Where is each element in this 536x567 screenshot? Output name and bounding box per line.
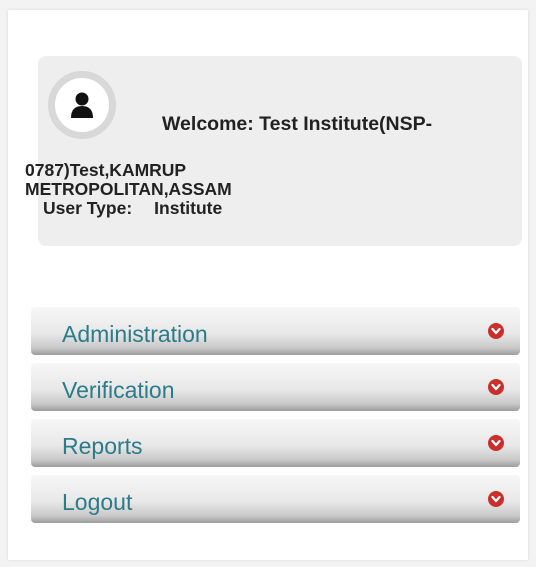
menu-item-administration[interactable]: Administration xyxy=(31,307,520,355)
user-type-label: User Type: xyxy=(43,198,133,218)
chevron-down-circle-icon xyxy=(488,491,504,507)
sidebar-panel: Welcome: Test Institute(NSP- 0787)Test,K… xyxy=(8,10,528,560)
user-type: User Type: Institute xyxy=(43,198,222,219)
sidebar-menu: Administration Verification Reports Logo… xyxy=(31,307,520,531)
menu-item-reports[interactable]: Reports xyxy=(31,419,520,467)
welcome-box: Welcome: Test Institute(NSP- 0787)Test,K… xyxy=(25,56,522,246)
menu-item-label: Reports xyxy=(62,433,143,459)
welcome-text-line3: METROPOLITAN,ASSAM xyxy=(25,179,232,199)
menu-item-verification[interactable]: Verification xyxy=(31,363,520,411)
welcome-text-line1: Welcome: Test Institute(NSP- xyxy=(162,113,433,135)
chevron-down-circle-icon xyxy=(488,379,504,395)
chevron-down-circle-icon xyxy=(488,323,504,339)
user-type-value: Institute xyxy=(154,198,223,218)
avatar xyxy=(48,71,116,139)
menu-item-label: Logout xyxy=(62,489,133,515)
chevron-down-circle-icon xyxy=(488,435,504,451)
menu-item-label: Administration xyxy=(62,321,208,347)
menu-item-logout[interactable]: Logout xyxy=(31,475,520,523)
user-icon xyxy=(71,92,93,118)
welcome-text-continued: 0787)Test,KAMRUP METROPOLITAN,ASSAM xyxy=(25,161,232,199)
menu-item-label: Verification xyxy=(62,377,175,403)
welcome-text-line2: 0787)Test,KAMRUP xyxy=(25,160,187,180)
